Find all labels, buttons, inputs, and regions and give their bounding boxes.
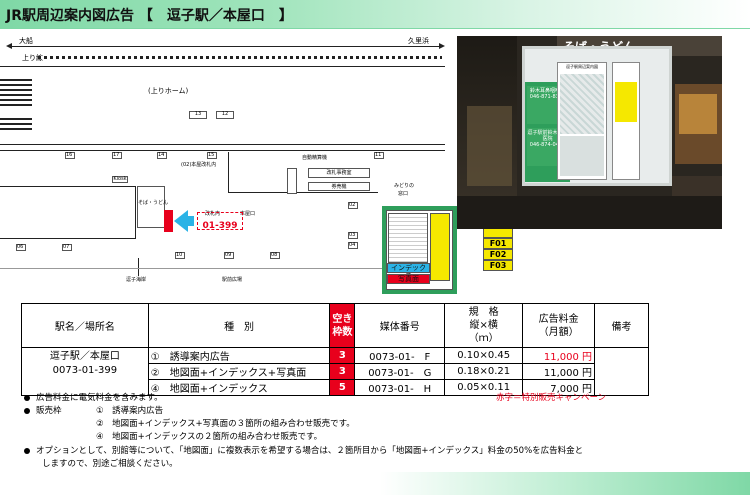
col-vacant: 空き 枠数 (329, 303, 356, 348)
footer-banner (380, 472, 750, 495)
price-cell: 11,000 円 (522, 363, 596, 380)
f03: F03 (483, 260, 513, 271)
plaza-label: 駅前広場 (222, 277, 243, 283)
station-cell: 逗子駅／本屋口 0073-01-399 (21, 347, 149, 396)
pillar-03: 03 (348, 232, 358, 239)
note-2c: ④ 地図面+インデックスの２箇所の組み合わせ販売です。 (96, 432, 323, 442)
bullet-icon (24, 407, 30, 414)
bullet-icon (24, 447, 30, 454)
midori-label-1: みどりの (394, 183, 415, 189)
price-cell: 11,000 円 (522, 347, 596, 364)
soba-shop: そば・うどん (137, 186, 168, 228)
ad-code-box: 01-399 (197, 212, 243, 231)
pillar-15: 15 (207, 152, 217, 159)
pillar-04: 04 (348, 242, 358, 249)
vacant-cell: 3 (329, 347, 356, 364)
note-3: オプションとして、別館等について、「地図面」に複数表示を希望する場合は、２箇所目… (24, 447, 583, 456)
header-rule (0, 28, 750, 29)
table-row: 逗子駅／本屋口 0073-01-399 ① 誘導案内広告 3 0073-01- … (21, 347, 649, 396)
f01: F01 (483, 238, 513, 249)
platform-label: (上りホーム) (148, 87, 189, 95)
office-box: 改札事務室 (308, 168, 370, 178)
pillar-17: 17 (112, 152, 122, 159)
pillar-09: 09 (224, 252, 234, 259)
station-photo: そば・うどん 鈴木耳鼻咽喉科 046-871-8312 逗子駅前鈴木眼科医院 0… (457, 36, 722, 229)
col-station: 駅名／場所名 (21, 303, 149, 348)
ticket-machine-box: 券売機 (308, 182, 370, 191)
direction-kurihama: 久里浜 (408, 37, 429, 45)
vacant-cell: 3 (329, 363, 356, 380)
index-label: インデックス (387, 263, 430, 280)
vacant-cell: 5 (329, 379, 356, 396)
remarks-cell (594, 347, 649, 396)
ad-code: 01-399 (202, 221, 238, 231)
arrow-right-icon (439, 43, 445, 49)
note-2b: ② 地図面+インデックス+写真面の３箇所の組み合わせ販売です。 (96, 419, 355, 429)
photo-label: 写真面 (387, 274, 430, 284)
pillar-12: 12 (216, 111, 234, 119)
pillar-11: 11 (374, 152, 384, 159)
pillar-16: 16 (65, 152, 75, 159)
kind-cell: ② 地図面+インデックス+写真面 (147, 363, 331, 380)
rail-track (38, 56, 442, 59)
pillar-13: 13 (189, 111, 207, 119)
f02: F02 (483, 249, 513, 260)
col-media: 媒体番号 (354, 303, 446, 348)
pillar-08: 08 (270, 252, 280, 259)
coast-label: 逗子海岸 (126, 277, 147, 283)
media-cell: 0073-01- H (354, 379, 446, 396)
page-title: JR駅周辺案内図広告 【 逗子駅／本屋口 】 (6, 8, 293, 24)
size-cell: 0.18×0.21 (444, 363, 524, 380)
col-size: 規 格縦×横 （ｍ） (444, 303, 524, 348)
board-diagram: インデックス 写真面 (382, 206, 457, 294)
size-cell: 0.10×0.45 (444, 347, 524, 364)
midori-label-2: 窓口 (398, 191, 409, 197)
stairs-left (0, 78, 32, 106)
note-2: 販売枠 (24, 407, 62, 416)
media-cell: 0073-01- G (354, 363, 446, 380)
table-header-row: 駅名／場所名 種 別 空き 枠数 媒体番号 規 格縦×横 （ｍ） 広告料金 （月額） … (21, 303, 649, 348)
kind-cell: ① 誘導案内広告 (147, 347, 331, 364)
col-remarks: 備考 (594, 303, 649, 348)
kind-cell: ④ 地図面+インデックス (147, 379, 331, 396)
bullet-icon (24, 394, 30, 401)
guide-strip (430, 213, 450, 281)
station-name: 逗子駅／本屋口 (49, 351, 120, 362)
station-code: 0073-01-399 (52, 365, 118, 376)
note-3b: しますので、別途ご相談ください。 (42, 459, 178, 469)
price-table: 駅名／場所名 種 別 空き 枠数 媒体番号 規 格縦×横 （ｍ） 広告料金 （月額） … (21, 303, 649, 396)
pillar-07: 07 (62, 244, 72, 251)
pillar-10: 10 (175, 252, 185, 259)
col-price: 広告料金 （月額） (522, 303, 596, 348)
map-face (388, 213, 428, 263)
campaign-note: 赤字＝特別販売キャンペーン (496, 393, 607, 403)
note-1: 広告料金に電気料金を含みます。 (24, 394, 163, 403)
col-kind: 種 別 (147, 303, 331, 348)
pillar-14: 14 (157, 152, 167, 159)
fare-adjust-label: 自動精算機 (302, 155, 328, 161)
ad-location-marker (164, 210, 173, 232)
midori-box (287, 168, 297, 194)
pillar-06: 06 (16, 244, 26, 251)
kiosk-box: Kiosk (112, 176, 128, 183)
gate-label: (02)本屋改札内 (181, 162, 217, 168)
pillar-02: 02 (348, 202, 358, 209)
media-cell: 0073-01- F (354, 347, 446, 364)
note-2a: ① 誘導案内広告 (96, 406, 164, 416)
board-title: 逗子駅周辺案内図 (566, 64, 598, 69)
stairs-left-2 (0, 116, 32, 130)
direction-ofuna: 大船 (19, 37, 33, 45)
arrow-left-icon (6, 43, 12, 49)
